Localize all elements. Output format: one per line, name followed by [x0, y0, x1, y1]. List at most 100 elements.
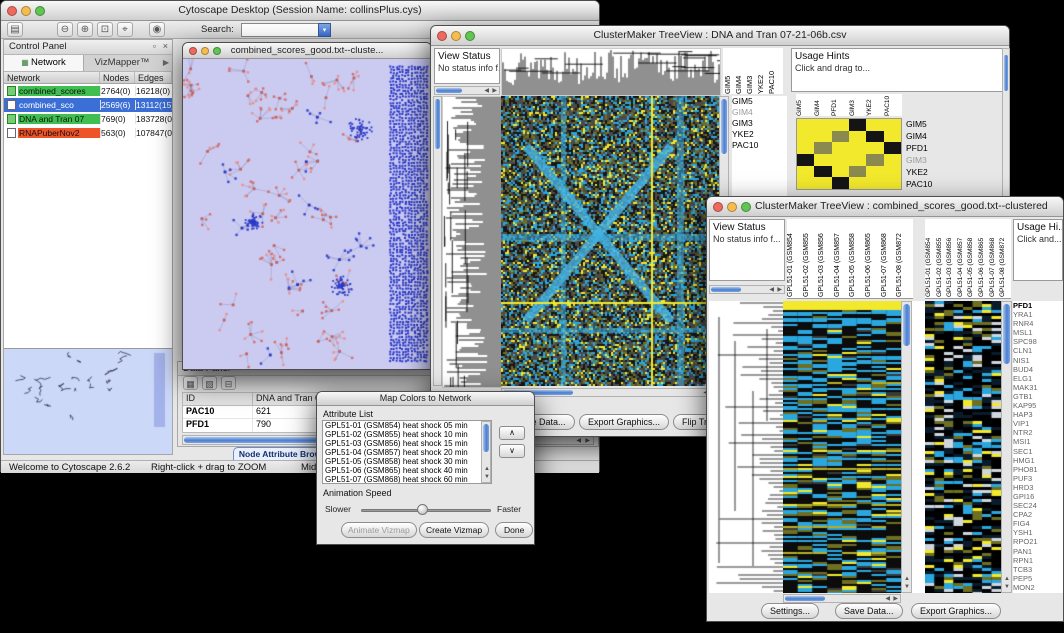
gene-label[interactable]: MSL1 [1013, 328, 1063, 337]
scroll-thumb[interactable] [711, 287, 741, 292]
network-overview-canvas[interactable] [4, 349, 170, 451]
minimize-button[interactable] [201, 47, 209, 55]
network-row[interactable]: DNA and Tran 07769(0)183728(0) [4, 112, 172, 126]
close-panel-icon[interactable]: × [163, 41, 168, 51]
dialog-titlebar[interactable]: Map Colors to Network [317, 392, 534, 406]
scroll-thumb[interactable] [1004, 55, 1008, 91]
col-edges[interactable]: Edges [135, 72, 172, 83]
create-attribute-icon[interactable]: ▧ [202, 376, 217, 390]
zoom-selected-icon[interactable]: ⌖ [117, 22, 133, 37]
gene-label[interactable]: PHO81 [1013, 465, 1063, 474]
attribute-item[interactable]: GPL51-02 (GSM855) heat shock 10 min [323, 430, 491, 439]
heatmap-canvas[interactable] [501, 96, 719, 386]
close-button[interactable] [713, 202, 723, 212]
select-attributes-icon[interactable]: ▦ [183, 376, 198, 390]
treeview-combined-titlebar[interactable]: ClusterMaker TreeView : combined_scores_… [707, 197, 1063, 217]
gene-label[interactable]: FIG4 [1013, 519, 1063, 528]
gene-label[interactable]: HAP3 [1013, 410, 1063, 419]
heatmap-canvas[interactable] [783, 301, 901, 593]
move-down-button[interactable]: ∨ [499, 444, 525, 458]
gene-label[interactable]: NIS1 [1013, 356, 1063, 365]
heatmap-vscrollbar[interactable]: ▲ ▼ [901, 301, 912, 593]
row-dendrogram-canvas[interactable] [442, 96, 502, 388]
zoom-button[interactable] [741, 202, 751, 212]
minimize-button[interactable] [727, 202, 737, 212]
heatmap-hscrollbar[interactable]: ◀ ▶ [783, 594, 901, 603]
gene-label[interactable]: HRD3 [1013, 483, 1063, 492]
scroll-left-icon[interactable]: ◀ [769, 287, 774, 294]
gene-label[interactable]: MSI1 [1013, 437, 1063, 446]
settings-button[interactable]: Settings... [761, 603, 819, 619]
dendro-hscrollbar[interactable]: ◀ ▶ [709, 285, 785, 294]
scroll-right-icon[interactable]: ▶ [585, 438, 590, 445]
network-row[interactable]: RNAPuberNov2563(0)107847(0) [4, 126, 172, 140]
dendro-hscrollbar[interactable]: ◀ ▶ [434, 86, 500, 95]
gene-label[interactable]: SEC1 [1013, 447, 1063, 456]
scroll-thumb[interactable] [436, 88, 462, 93]
similarity-matrix[interactable] [796, 118, 902, 190]
gene-label[interactable]: HMG1 [1013, 456, 1063, 465]
scroll-down-icon[interactable]: ▼ [904, 584, 910, 591]
scroll-down-icon[interactable]: ▼ [484, 474, 490, 481]
network-row[interactable]: combined_sco2569(6)13112(15) [4, 98, 172, 112]
gene-label[interactable]: TCB3 [1013, 565, 1063, 574]
tab-overflow-icon[interactable]: ▶ [160, 55, 172, 71]
scroll-right-icon[interactable]: ▶ [777, 287, 782, 294]
data-col-id[interactable]: ID [183, 393, 253, 405]
tab-network[interactable]: ▦ Network [4, 55, 84, 71]
minimize-button[interactable] [451, 31, 461, 41]
gene-label[interactable]: CLN1 [1013, 346, 1063, 355]
gene-label[interactable]: GPI16 [1013, 492, 1063, 501]
zoom-button[interactable] [465, 31, 475, 41]
attribute-item[interactable]: GPL51-07 (GSM868) heat shock 60 min [323, 475, 491, 484]
scroll-thumb[interactable] [721, 99, 727, 154]
summary-vscrollbar[interactable] [1002, 48, 1010, 208]
scroll-down-icon[interactable]: ▼ [1004, 584, 1010, 591]
selected-heatmap-vscrollbar[interactable]: ▲ ▼ [1001, 301, 1012, 593]
scroll-left-icon[interactable]: ◀ [484, 88, 489, 95]
attribute-item[interactable]: GPL51-06 (GSM865) heat shock 40 min [323, 466, 491, 475]
scroll-right-icon[interactable]: ▶ [893, 596, 898, 603]
network-overview-panel[interactable] [4, 348, 172, 454]
close-button[interactable] [7, 6, 17, 16]
animate-vizmap-button[interactable]: Animate Vizmap [341, 522, 417, 538]
scroll-up-icon[interactable]: ▲ [904, 576, 910, 583]
gene-label[interactable]: BUD4 [1013, 365, 1063, 374]
scroll-thumb[interactable] [785, 596, 825, 601]
close-button[interactable] [437, 31, 447, 41]
attribute-item[interactable]: GPL51-01 (GSM854) heat shock 05 min [323, 421, 491, 430]
gene-label[interactable]: SEC24 [1013, 501, 1063, 510]
annotation-icon[interactable]: ◉ [149, 22, 165, 37]
zoom-button[interactable] [35, 6, 45, 16]
gene-label[interactable]: SPC98 [1013, 337, 1063, 346]
export-graphics-button[interactable]: Export Graphics... [911, 603, 1001, 619]
left-tree-vscrollbar[interactable] [433, 96, 442, 386]
close-button[interactable] [189, 47, 197, 55]
gene-label[interactable]: PEP5 [1013, 574, 1063, 583]
gene-label[interactable]: RPN1 [1013, 556, 1063, 565]
scroll-up-icon[interactable]: ▲ [1004, 576, 1010, 583]
gene-label[interactable]: YSH1 [1013, 528, 1063, 537]
treeview-dna-titlebar[interactable]: ClusterMaker TreeView : DNA and Tran 07-… [431, 26, 1009, 46]
col-network[interactable]: Network [4, 72, 100, 83]
tab-vizmapper[interactable]: VizMapper™ [84, 55, 160, 71]
scroll-right-icon[interactable]: ▶ [492, 88, 497, 95]
search-dropdown-icon[interactable]: ▾ [318, 23, 331, 37]
scroll-left-icon[interactable]: ◀ [576, 438, 581, 445]
gene-label[interactable]: MON2 [1013, 583, 1063, 592]
gene-label[interactable]: YRA1 [1013, 310, 1063, 319]
open-folder-icon[interactable]: ▤ [7, 22, 23, 37]
create-vizmap-button[interactable]: Create Vizmap [419, 522, 489, 538]
attribute-list-vscrollbar[interactable]: ▲ ▼ [481, 421, 491, 483]
gene-label[interactable]: ELG1 [1013, 374, 1063, 383]
scroll-left-icon[interactable]: ◀ [885, 596, 890, 603]
scroll-thumb[interactable] [483, 424, 489, 452]
zoom-button[interactable] [213, 47, 221, 55]
move-up-button[interactable]: ∧ [499, 426, 525, 440]
zoom-in-icon[interactable]: ⊕ [77, 22, 93, 37]
network-row[interactable]: combined_scores2764(0)16218(0) [4, 84, 172, 98]
delete-attribute-icon[interactable]: ⊟ [221, 376, 236, 390]
minimize-button[interactable] [21, 6, 31, 16]
network-view-titlebar[interactable]: combined_scores_good.txt--cluste... [183, 43, 431, 59]
row-dendrogram-canvas[interactable] [709, 301, 783, 593]
